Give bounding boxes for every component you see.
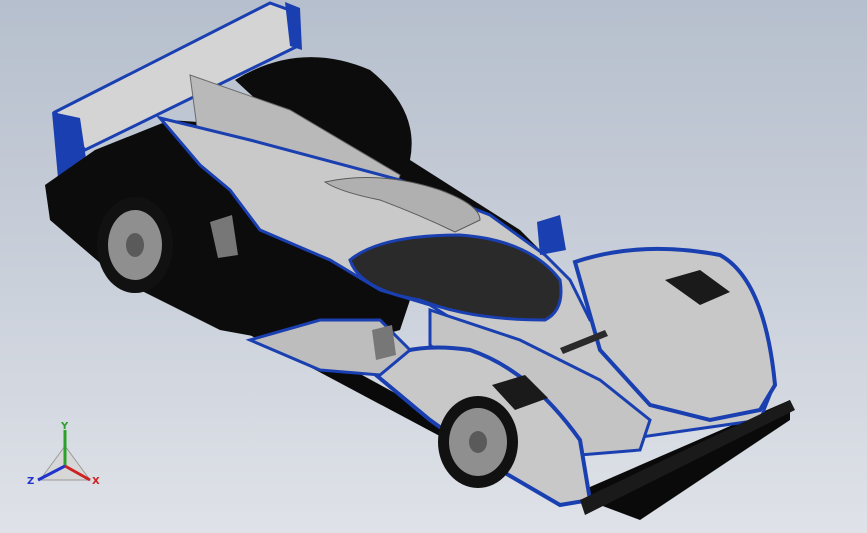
race-car-3d-model[interactable]	[0, 0, 867, 533]
z-axis-label: Z	[27, 476, 34, 487]
y-axis-label: Y	[60, 421, 69, 432]
graphics-viewport[interactable]: Y Z X	[0, 0, 867, 533]
rear-wheel	[97, 197, 173, 293]
side-mirror	[537, 215, 566, 255]
coordinate-triad: Y Z X	[20, 418, 110, 498]
x-axis-label: X	[92, 476, 100, 487]
front-suspension	[372, 325, 396, 360]
front-wheel	[438, 396, 518, 488]
